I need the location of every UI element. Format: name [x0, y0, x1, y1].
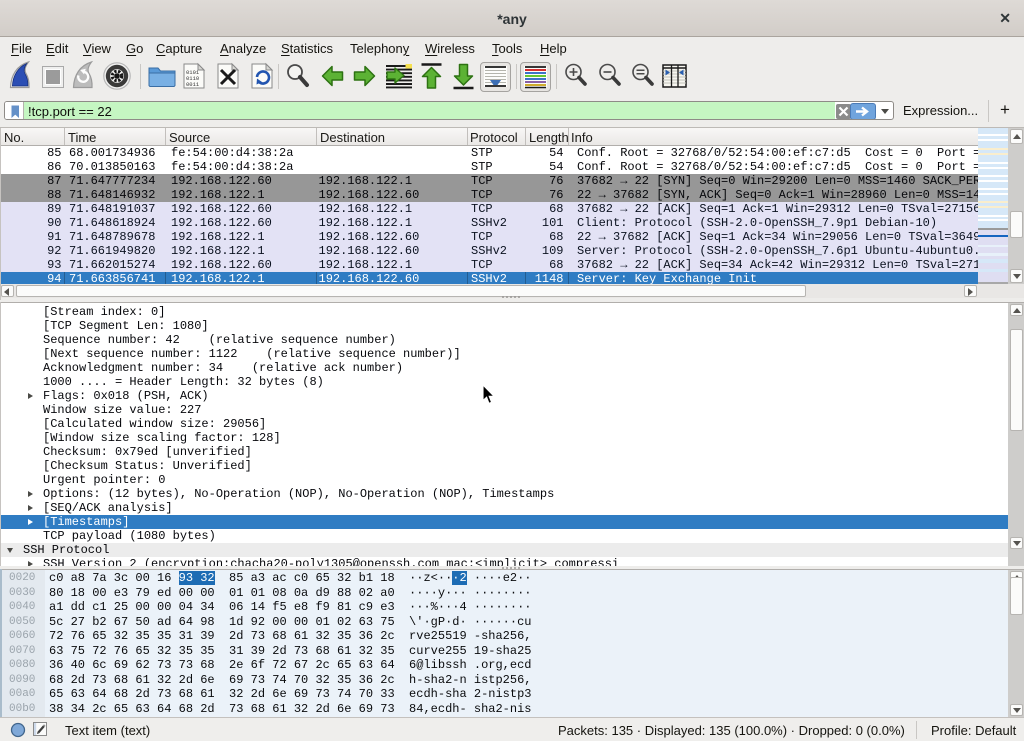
svg-text:0011: 0011 [186, 81, 200, 88]
